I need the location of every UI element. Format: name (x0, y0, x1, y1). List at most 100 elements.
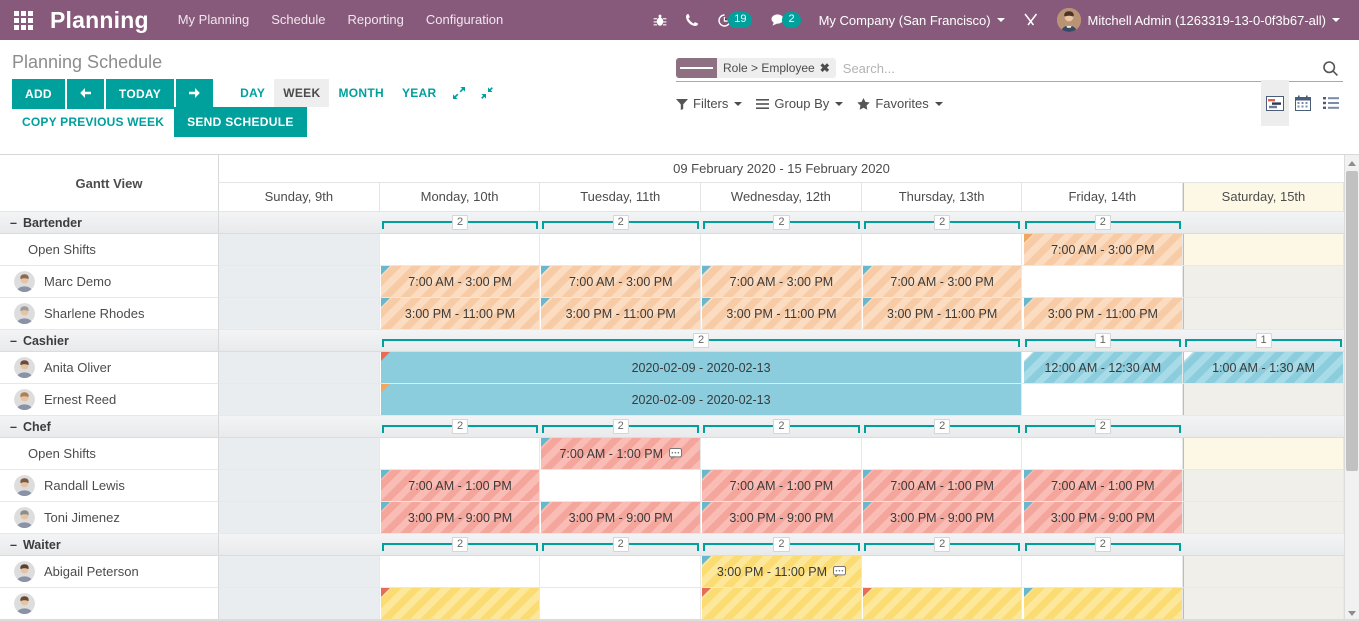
gantt-row-track[interactable]: 7:00 AM - 3:00 PM (219, 234, 1344, 266)
favorites-dropdown[interactable]: Favorites (857, 96, 943, 111)
gantt-day-cell[interactable] (1183, 470, 1344, 501)
gantt-day-cell[interactable] (540, 234, 702, 265)
gantt-shift-pill[interactable]: 7:00 AM - 1:00 PM (380, 470, 540, 501)
gantt-shift-pill[interactable]: 7:00 AM - 1:00 PM (702, 470, 861, 501)
gantt-shift-pill[interactable]: 12:00 AM - 12:30 AM (1023, 352, 1183, 383)
gantt-shift-pill[interactable]: 3:00 PM - 11:00 PM (702, 556, 861, 587)
scale-day[interactable]: DAY (231, 79, 274, 107)
gantt-day-cell[interactable] (380, 438, 541, 469)
gantt-shift-pill[interactable] (702, 588, 861, 619)
phone-icon[interactable] (676, 0, 708, 40)
gantt-shift-pill[interactable]: 2020-02-09 - 2020-02-13 (380, 352, 1022, 383)
user-menu[interactable]: Mitchell Admin (1263319-13-0-0f3b67-all) (1048, 0, 1349, 40)
gantt-day-cell[interactable] (540, 588, 702, 619)
gantt-shift-pill[interactable]: 3:00 PM - 11:00 PM (862, 298, 1022, 329)
gantt-day-cell[interactable] (1183, 502, 1344, 533)
app-brand[interactable]: Planning (46, 7, 167, 34)
gantt-day-cell[interactable] (862, 556, 1023, 587)
gantt-day-cell[interactable] (1183, 234, 1344, 265)
gantt-row-label-cell[interactable] (0, 588, 219, 620)
gantt-row-label-cell[interactable]: Ernest Reed (0, 384, 219, 416)
gantt-day-cell[interactable] (219, 234, 380, 265)
gantt-group-row[interactable]: – Bartender 2 2 2 2 2 (0, 212, 1344, 234)
gantt-row-track[interactable]: 3:00 PM - 11:00 PM 3:00 PM - 11:00 PM 3:00… (219, 298, 1344, 330)
gantt-shift-pill[interactable]: 2020-02-09 - 2020-02-13 (380, 384, 1022, 415)
gantt-row-label-cell[interactable]: Marc Demo (0, 266, 219, 298)
gantt-day-cell[interactable] (1023, 556, 1184, 587)
collapse-icon[interactable] (473, 80, 501, 106)
search-input[interactable] (838, 58, 1318, 78)
gantt-day-cell[interactable] (380, 234, 541, 265)
tools-wrench-icon[interactable] (1014, 0, 1048, 40)
gantt-row-label-cell[interactable]: Randall Lewis (0, 470, 219, 502)
menu-item-configuration[interactable]: Configuration (415, 0, 514, 40)
vertical-scrollbar[interactable] (1344, 155, 1359, 621)
next-period-button[interactable] (176, 79, 214, 109)
gantt-day-cell[interactable] (1183, 266, 1344, 297)
activity-menu-button[interactable]: 19 (708, 0, 761, 40)
gantt-shift-pill[interactable] (1023, 588, 1183, 619)
gantt-day-cell[interactable] (1023, 266, 1184, 297)
gantt-group-toggle[interactable]: – Chef (0, 416, 219, 437)
gantt-day-cell[interactable] (219, 266, 380, 297)
view-switch-list[interactable] (1317, 80, 1345, 126)
filters-dropdown[interactable]: Filters (676, 96, 743, 111)
gantt-day-cell[interactable] (701, 438, 862, 469)
gantt-row-track[interactable]: 3:00 PM - 9:00 PM 3:00 PM - 9:00 PM 3:00 P… (219, 502, 1344, 534)
gantt-shift-pill[interactable]: 3:00 PM - 9:00 PM (380, 502, 540, 533)
view-switch-gantt[interactable] (1261, 80, 1289, 126)
gantt-shift-pill[interactable]: 7:00 AM - 3:00 PM (862, 266, 1022, 297)
gantt-row-label-cell[interactable]: Abigail Peterson (0, 556, 219, 588)
send-schedule-button[interactable]: SEND SCHEDULE (174, 107, 307, 137)
gantt-shift-pill[interactable]: 7:00 AM - 1:00 PM (1023, 470, 1183, 501)
gantt-day-cell[interactable] (1023, 438, 1184, 469)
gantt-group-toggle[interactable]: – Cashier (0, 330, 219, 351)
gantt-day-cell[interactable] (380, 556, 541, 587)
close-icon[interactable]: ✖ (820, 61, 830, 75)
gantt-day-cell[interactable] (701, 234, 862, 265)
gantt-group-toggle[interactable]: – Bartender (0, 212, 219, 233)
gantt-row-track[interactable]: 2020-02-09 - 2020-02-13 (219, 384, 1344, 416)
gantt-group-row[interactable]: – Waiter 2 2 2 2 2 (0, 534, 1344, 556)
bug-icon[interactable] (644, 0, 676, 40)
menu-item-schedule[interactable]: Schedule (260, 0, 336, 40)
add-button[interactable]: ADD (12, 79, 65, 109)
previous-period-button[interactable] (66, 79, 104, 109)
apps-menu-button[interactable] (0, 0, 46, 40)
gantt-shift-pill[interactable]: 7:00 AM - 3:00 PM (541, 266, 701, 297)
gantt-shift-pill[interactable]: 7:00 AM - 3:00 PM (380, 266, 540, 297)
gantt-day-cell[interactable] (540, 556, 702, 587)
gantt-row-label-cell[interactable]: Toni Jimenez (0, 502, 219, 534)
gantt-shift-pill[interactable]: 3:00 PM - 11:00 PM (380, 298, 540, 329)
gantt-day-cell[interactable] (219, 502, 380, 533)
gantt-group-toggle[interactable]: – Waiter (0, 534, 219, 555)
gantt-day-cell[interactable] (219, 588, 380, 619)
gantt-day-cell[interactable] (1183, 556, 1344, 587)
gantt-row-track[interactable]: 7:00 AM - 3:00 PM 7:00 AM - 3:00 PM 7:00 A… (219, 266, 1344, 298)
scale-week[interactable]: WEEK (274, 79, 330, 107)
gantt-day-cell[interactable] (1183, 384, 1344, 415)
gantt-day-cell[interactable] (862, 234, 1023, 265)
menu-item-my-planning[interactable]: My Planning (167, 0, 261, 40)
gantt-shift-pill[interactable]: 3:00 PM - 9:00 PM (702, 502, 861, 533)
gantt-shift-pill[interactable]: 3:00 PM - 11:00 PM (702, 298, 861, 329)
gantt-shift-pill[interactable]: 3:00 PM - 11:00 PM (1023, 298, 1183, 329)
messages-menu-button[interactable]: 2 (761, 0, 809, 40)
gantt-row-label-cell[interactable]: Anita Oliver (0, 352, 219, 384)
gantt-shift-pill[interactable] (380, 588, 540, 619)
search-icon[interactable] (1318, 60, 1343, 77)
gantt-shift-pill[interactable]: 7:00 AM - 1:00 PM (862, 470, 1022, 501)
gantt-shift-pill[interactable] (862, 588, 1022, 619)
gantt-row-label-cell[interactable]: Open Shifts (0, 438, 219, 470)
company-switcher[interactable]: My Company (San Francisco) (810, 0, 1014, 40)
gantt-day-cell[interactable] (1183, 298, 1344, 329)
gantt-row-track[interactable]: 7:00 AM - 1:00 PM 7:00 AM - 1:00 PM 7:00 A… (219, 470, 1344, 502)
gantt-day-cell[interactable] (219, 556, 380, 587)
gantt-shift-pill[interactable]: 7:00 AM - 1:00 PM (541, 438, 701, 469)
gantt-row-track[interactable]: 2020-02-09 - 2020-02-13 12:00 AM - 12:30 … (219, 352, 1344, 384)
scale-year[interactable]: YEAR (393, 79, 446, 107)
gantt-row-label-cell[interactable]: Sharlene Rhodes (0, 298, 219, 330)
gantt-day-cell[interactable] (219, 298, 380, 329)
gantt-day-cell[interactable] (1023, 384, 1184, 415)
scrollbar-thumb[interactable] (1346, 171, 1358, 471)
